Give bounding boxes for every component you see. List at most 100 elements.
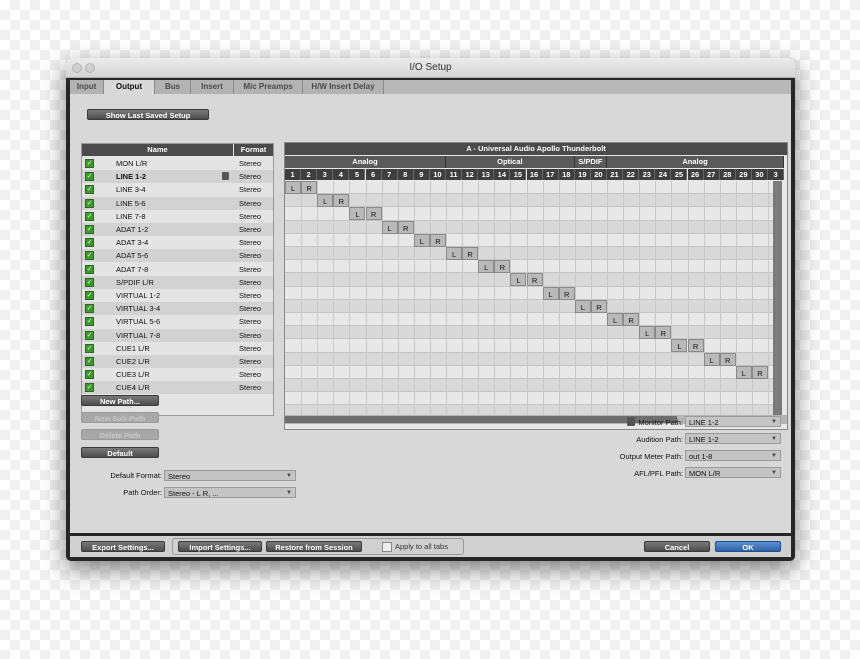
default-button[interactable]: Default [81, 447, 159, 458]
table-row[interactable]: ✓ LINE 3-4 Stereo [82, 183, 273, 196]
left-channel-assignment[interactable]: L [607, 313, 624, 326]
left-channel-assignment[interactable]: L [381, 220, 398, 234]
right-channel-assignment[interactable]: R [429, 233, 446, 247]
table-row[interactable]: ✓ VIRTUAL 5-6 Stereo [82, 315, 273, 328]
path-active-checkbox[interactable]: ✓ [85, 198, 94, 208]
right-channel-assignment[interactable]: R [462, 247, 479, 260]
new-path-button[interactable]: New Path... [81, 395, 159, 406]
grid-row[interactable] [285, 181, 773, 195]
path-active-checkbox[interactable]: ✓ [85, 185, 94, 195]
tab-mic-preamps[interactable]: Mic Preamps [234, 80, 303, 94]
grid-row[interactable] [285, 233, 773, 247]
path-active-checkbox[interactable]: ✓ [85, 357, 94, 366]
ok-button[interactable]: OK [715, 541, 781, 552]
path-active-checkbox[interactable]: ✓ [85, 211, 94, 221]
path-name[interactable]: VIRTUAL 5-6 [116, 315, 160, 328]
path-name[interactable]: CUE1 L/R [116, 342, 150, 355]
monitor-path-select[interactable]: LINE 1-2 ▼ [685, 416, 781, 427]
tab-bus[interactable]: Bus [155, 80, 191, 94]
path-active-checkbox[interactable]: ✓ [85, 304, 94, 314]
path-format[interactable]: Stereo [239, 302, 261, 315]
grid-row[interactable] [285, 326, 773, 340]
right-channel-assignment[interactable]: R [365, 207, 382, 221]
apply-to-all-checkbox[interactable] [382, 542, 392, 552]
path-format[interactable]: Stereo [239, 210, 261, 223]
grid-row[interactable] [285, 379, 773, 393]
path-format[interactable]: Stereo [239, 170, 261, 183]
grid-row[interactable] [285, 286, 773, 300]
grid-vertical-scrollbar[interactable] [773, 181, 782, 415]
path-active-checkbox[interactable]: ✓ [85, 225, 94, 234]
right-channel-assignment[interactable]: R [301, 181, 318, 194]
left-channel-assignment[interactable]: L [735, 365, 752, 379]
table-row[interactable]: ✓ VIRTUAL 1-2 Stereo [82, 289, 273, 302]
delete-path-button[interactable]: Delete Path [81, 429, 159, 440]
right-channel-assignment[interactable]: R [590, 299, 607, 313]
grid-row[interactable] [285, 299, 773, 313]
left-channel-assignment[interactable]: L [413, 233, 430, 247]
restore-from-session-button[interactable]: Restore from Session [266, 541, 362, 552]
path-name[interactable]: CUE2 L/R [116, 355, 150, 368]
right-channel-assignment[interactable]: R [719, 352, 736, 366]
left-channel-assignment[interactable]: L [478, 260, 495, 274]
path-format[interactable]: Stereo [239, 249, 261, 262]
grid-row[interactable] [285, 365, 773, 379]
new-sub-path-button[interactable]: New Sub-Path [81, 412, 159, 423]
table-row[interactable]: ✓ CUE3 L/R Stereo [82, 368, 273, 381]
path-name[interactable]: ADAT 5-6 [116, 249, 148, 262]
left-channel-assignment[interactable]: L [285, 181, 302, 194]
path-active-checkbox[interactable]: ✓ [85, 330, 94, 340]
right-channel-assignment[interactable]: R [655, 326, 672, 340]
right-channel-assignment[interactable]: R [526, 273, 543, 287]
right-channel-assignment[interactable]: R [751, 365, 768, 379]
path-name[interactable]: LINE 1-2 [116, 170, 146, 183]
grid-row[interactable] [285, 220, 773, 234]
path-active-checkbox[interactable]: ✓ [85, 238, 94, 248]
path-active-checkbox[interactable]: ✓ [85, 383, 94, 393]
table-row[interactable]: ✓ CUE1 L/R Stereo [82, 342, 273, 355]
left-channel-assignment[interactable]: L [542, 286, 559, 300]
table-row[interactable]: ✓ VIRTUAL 7-8 Stereo [82, 328, 273, 342]
path-format[interactable]: Stereo [239, 315, 261, 328]
table-row[interactable]: ✓ LINE 1-2 Stereo [82, 170, 273, 184]
right-channel-assignment[interactable]: R [494, 260, 511, 274]
tab-insert[interactable]: Insert [191, 80, 234, 94]
left-channel-assignment[interactable]: L [317, 194, 334, 208]
path-active-checkbox[interactable]: ✓ [85, 317, 94, 327]
path-format[interactable]: Stereo [239, 289, 261, 302]
table-row[interactable]: ✓ VIRTUAL 3-4 Stereo [82, 302, 273, 316]
path-format[interactable]: Stereo [239, 342, 261, 355]
grid-row[interactable] [285, 313, 773, 327]
left-channel-assignment[interactable]: L [446, 247, 463, 260]
path-name[interactable]: VIRTUAL 3-4 [116, 302, 160, 315]
table-row[interactable]: ✓ S/PDIF L/R Stereo [82, 275, 273, 289]
name-column-header[interactable]: Name [82, 144, 233, 156]
format-column-header[interactable]: Format [234, 144, 273, 156]
path-format[interactable]: Stereo [239, 197, 261, 210]
path-format[interactable]: Stereo [239, 263, 261, 276]
tab-output[interactable]: Output [104, 80, 155, 94]
path-format[interactable]: Stereo [239, 157, 261, 170]
path-format[interactable]: Stereo [239, 381, 261, 394]
path-name[interactable]: ADAT 3-4 [116, 236, 148, 249]
path-name[interactable]: LINE 3-4 [116, 183, 146, 196]
path-active-checkbox[interactable]: ✓ [85, 343, 94, 353]
path-active-checkbox[interactable]: ✓ [85, 251, 94, 261]
show-last-saved-button[interactable]: Show Last Saved Setup [87, 109, 209, 120]
path-format[interactable]: Stereo [239, 368, 261, 381]
grid-row[interactable] [285, 392, 773, 406]
grid-row[interactable] [285, 260, 773, 274]
path-active-checkbox[interactable]: ✓ [85, 172, 94, 182]
path-order-select[interactable]: Stereo - L R, ... ▼ [164, 487, 296, 498]
table-row[interactable]: ✓ LINE 5-6 Stereo [82, 196, 273, 210]
path-name[interactable]: ADAT 7-8 [116, 263, 148, 276]
path-format[interactable]: Stereo [239, 276, 261, 289]
right-channel-assignment[interactable]: R [558, 286, 575, 300]
left-channel-assignment[interactable]: L [349, 207, 366, 221]
path-name[interactable]: LINE 5-6 [116, 197, 146, 210]
right-channel-assignment[interactable]: R [397, 220, 414, 234]
path-format[interactable]: Stereo [239, 183, 261, 196]
path-active-checkbox[interactable]: ✓ [85, 264, 94, 274]
grid-row[interactable] [285, 352, 773, 366]
path-active-checkbox[interactable]: ✓ [85, 159, 94, 168]
